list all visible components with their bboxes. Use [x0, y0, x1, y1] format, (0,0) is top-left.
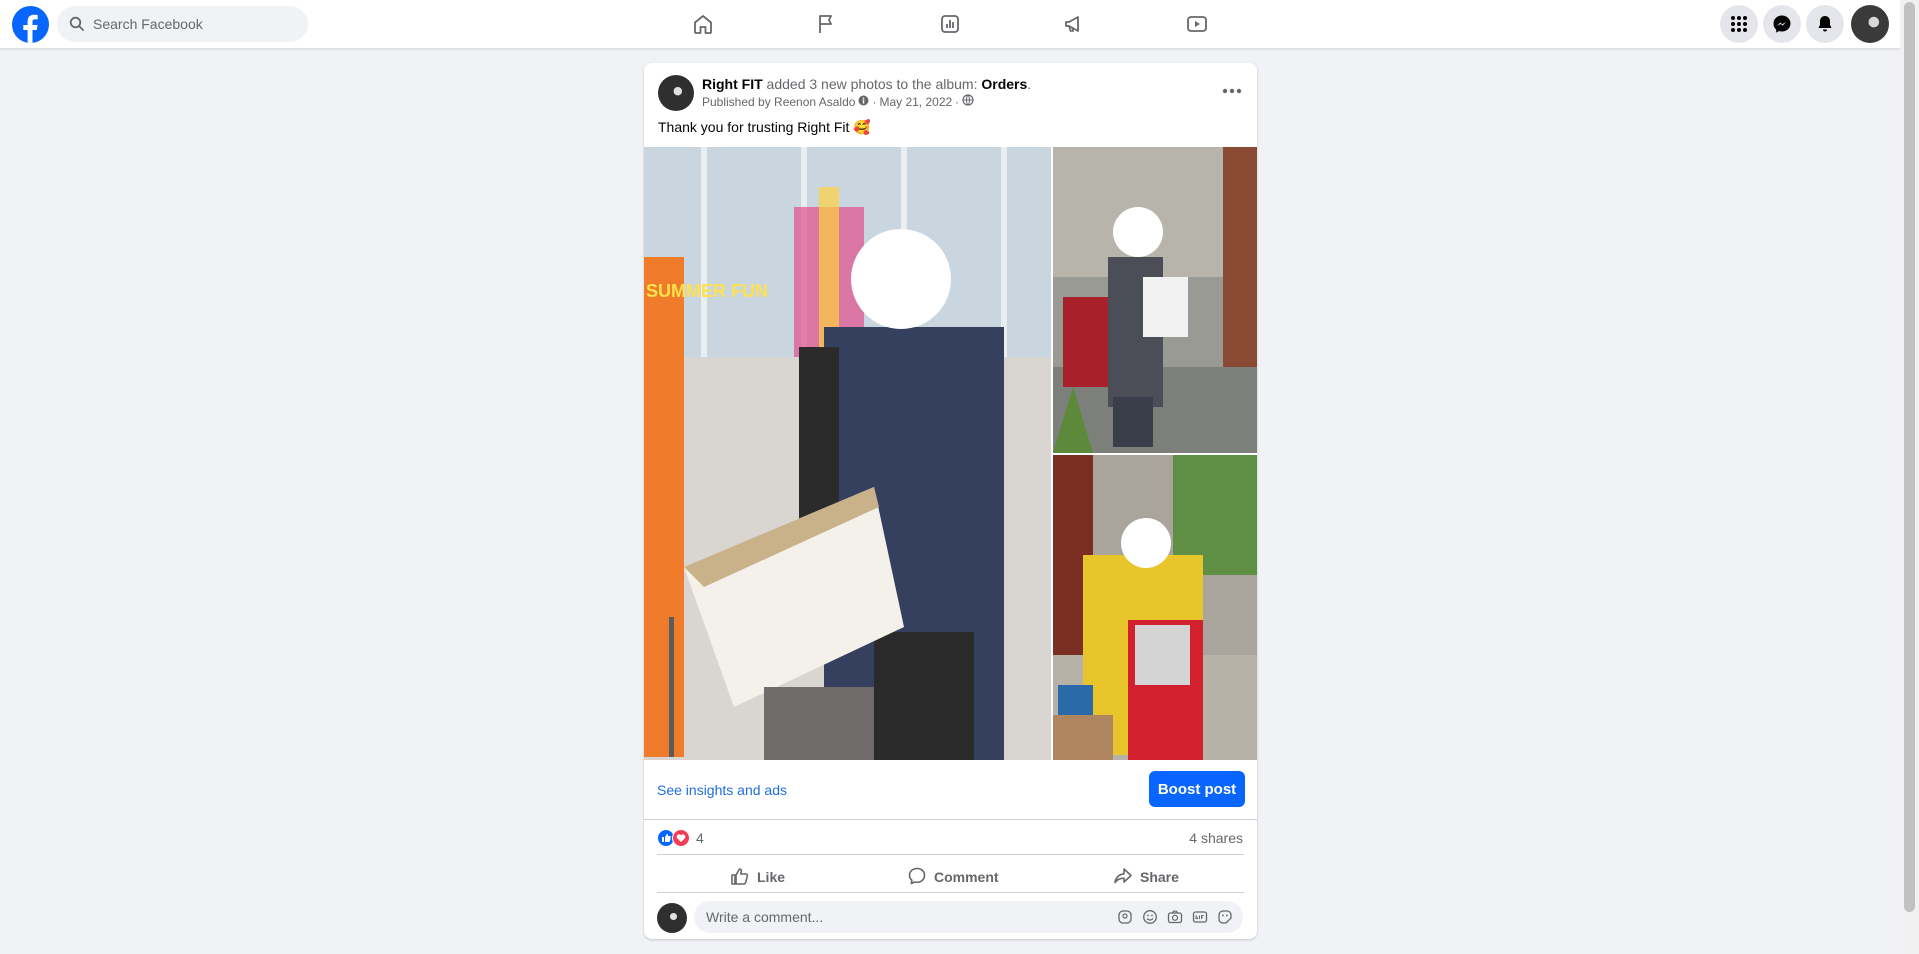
- avatar-sticker-icon[interactable]: [1117, 909, 1133, 925]
- comment-label: Comment: [934, 869, 999, 885]
- post-card: Right FIT added 3 new photos to the albu…: [644, 63, 1257, 939]
- photo-main[interactable]: SUMMER FUN: [644, 147, 1051, 760]
- reaction-icons: [657, 829, 690, 847]
- facebook-logo-icon[interactable]: [12, 6, 49, 43]
- search-bar[interactable]: [57, 6, 308, 42]
- insights-icon[interactable]: [930, 8, 970, 40]
- page-scrollbar[interactable]: [1900, 0, 1919, 954]
- face-blur-mask: [851, 229, 951, 329]
- meta-separator: ·: [872, 94, 877, 109]
- boost-post-button[interactable]: Boost post: [1149, 771, 1245, 807]
- album-link[interactable]: Orders: [981, 76, 1027, 92]
- comment-icon: [907, 866, 927, 889]
- flag-icon[interactable]: [806, 8, 846, 40]
- like-label: Like: [757, 869, 786, 885]
- account-avatar[interactable]: [1851, 5, 1889, 43]
- share-label: Share: [1140, 869, 1179, 885]
- divider: [657, 892, 1244, 893]
- post-header: Right FIT added 3 new photos to the albu…: [702, 76, 1031, 92]
- more-options-icon[interactable]: [1214, 73, 1250, 109]
- post-date[interactable]: May 21, 2022: [879, 95, 952, 109]
- comment-box[interactable]: [694, 901, 1243, 933]
- reaction-count: 4: [696, 830, 704, 846]
- search-input[interactable]: [91, 15, 295, 33]
- messenger-icon[interactable]: [1763, 5, 1801, 43]
- photo-bottom-right[interactable]: [1053, 455, 1257, 760]
- face-blur-mask: [1121, 518, 1171, 568]
- menu-grid-icon[interactable]: [1720, 5, 1758, 43]
- page-name-link[interactable]: Right FIT: [702, 76, 763, 92]
- like-button[interactable]: Like: [730, 861, 785, 893]
- post-action-text: added 3 new photos to the album:: [766, 76, 978, 92]
- album-suffix: .: [1027, 76, 1032, 92]
- share-icon: [1113, 866, 1133, 889]
- comment-tools: [1117, 909, 1233, 925]
- photo-top-right[interactable]: [1053, 147, 1257, 453]
- comment-input[interactable]: [704, 908, 1088, 926]
- divider: [644, 819, 1257, 820]
- thumbs-up-icon: [730, 866, 750, 889]
- commenter-avatar[interactable]: [657, 903, 687, 933]
- video-icon[interactable]: [1177, 8, 1217, 40]
- comment-button[interactable]: Comment: [907, 861, 999, 893]
- scrollbar-thumb[interactable]: [1904, 2, 1915, 912]
- published-by-text: Published by Reenon Asaldo: [702, 94, 856, 109]
- reaction-summary[interactable]: 4: [657, 829, 704, 847]
- info-icon[interactable]: [858, 95, 869, 109]
- search-icon: [69, 16, 85, 32]
- post-meta: Published by Reenon Asaldo · May 21, 202…: [702, 94, 974, 109]
- gif-icon[interactable]: [1192, 909, 1208, 925]
- share-button[interactable]: Share: [1113, 861, 1179, 893]
- love-reaction-icon: [672, 829, 690, 847]
- meta-separator: ·: [955, 94, 960, 109]
- home-icon[interactable]: [683, 8, 723, 40]
- top-navigation-bar: [0, 0, 1900, 49]
- face-blur-mask: [1113, 207, 1163, 257]
- emoji-icon[interactable]: [1142, 909, 1158, 925]
- photo-sign-text: SUMMER FUN: [646, 281, 768, 301]
- globe-icon: [962, 94, 974, 109]
- shares-count[interactable]: 4 shares: [1189, 830, 1243, 846]
- see-insights-link[interactable]: See insights and ads: [657, 782, 787, 798]
- megaphone-icon[interactable]: [1054, 8, 1094, 40]
- divider: [657, 854, 1244, 855]
- camera-icon[interactable]: [1167, 909, 1183, 925]
- page-avatar[interactable]: [658, 75, 694, 111]
- sticker-icon[interactable]: [1217, 909, 1233, 925]
- bell-icon[interactable]: [1806, 5, 1844, 43]
- post-caption: Thank you for trusting Right Fit 🥰: [658, 119, 871, 135]
